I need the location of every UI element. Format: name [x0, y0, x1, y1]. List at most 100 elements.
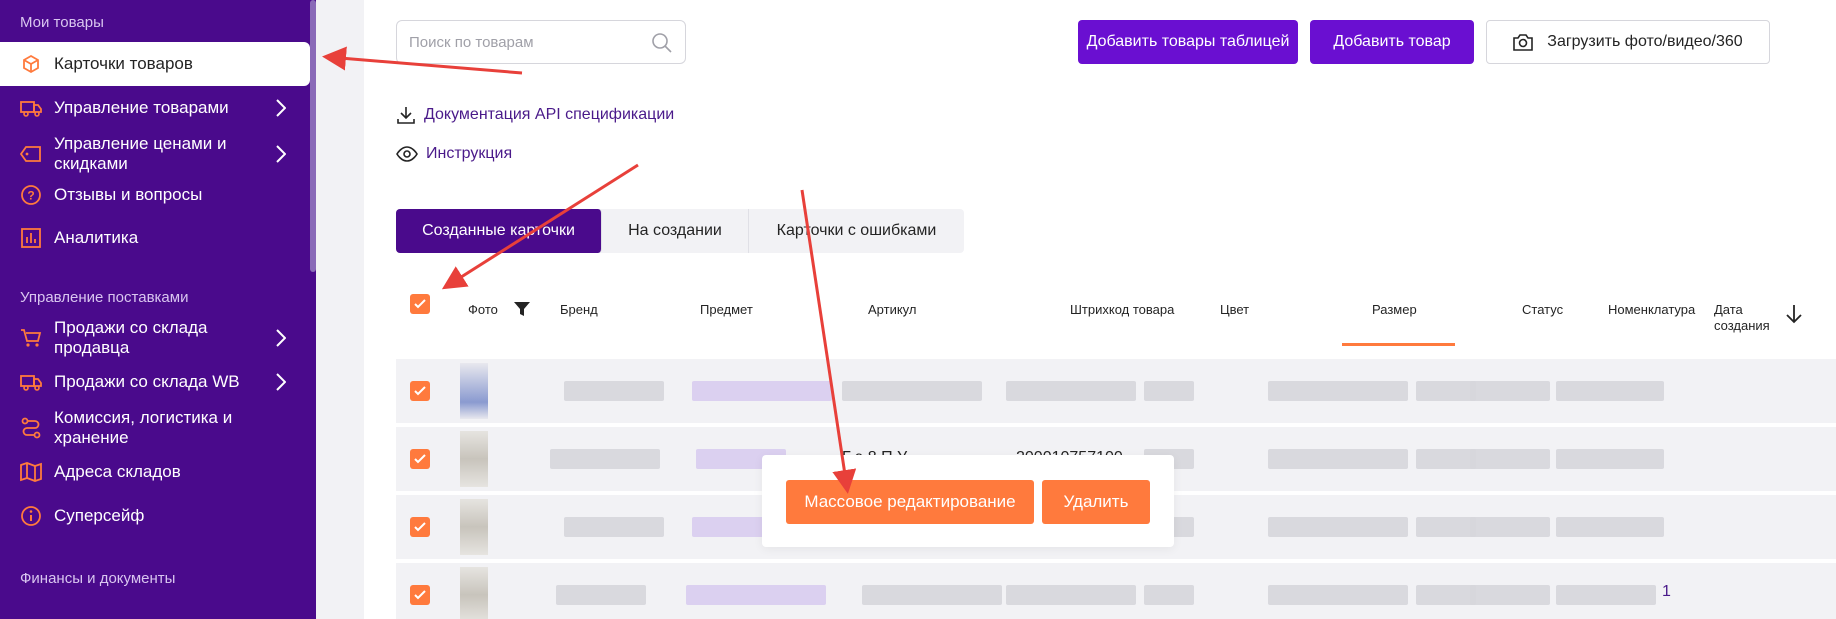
sidebar-item-label: Адреса складов — [54, 462, 181, 481]
status-cell — [1416, 381, 1476, 401]
sidebar-item-analytics[interactable]: Аналитика — [0, 224, 310, 252]
eye-icon — [396, 146, 418, 162]
date-cell — [1556, 381, 1664, 401]
filter-icon[interactable] — [514, 301, 530, 317]
table-header: Фото Бренд Предмет Артикул Штрихкод това… — [404, 280, 1836, 340]
section-title-supplies: Управление поставками — [20, 289, 189, 306]
route-icon — [20, 417, 42, 439]
select-all-checkbox[interactable] — [410, 294, 430, 314]
size-cell — [1268, 381, 1408, 401]
camera-icon — [1513, 34, 1534, 51]
instructions-label: Инструкция — [426, 145, 513, 162]
tabs: Созданные карточки На создании Карточки … — [396, 209, 964, 253]
delete-button[interactable]: Удалить — [1042, 480, 1150, 524]
status-cell — [1416, 585, 1476, 605]
section-title-products: Мои товары — [20, 14, 104, 31]
search-box — [396, 20, 686, 64]
add-product-button[interactable]: Добавить товар — [1310, 20, 1474, 64]
sidebar-item-label: Суперсейф — [54, 506, 145, 525]
tag-icon — [20, 143, 42, 165]
nomenclature-cell — [1470, 449, 1550, 469]
cart-icon — [20, 327, 42, 349]
bulk-edit-button[interactable]: Массовое редактирование — [786, 480, 1034, 524]
row-checkbox[interactable] — [410, 381, 430, 401]
table-row[interactable] — [396, 359, 1836, 423]
date-cell — [1556, 517, 1664, 537]
instructions-link[interactable]: Инструкция — [396, 145, 512, 163]
bulk-actions-popup: Массовое редактирование Удалить — [762, 455, 1174, 547]
subject-cell — [692, 381, 832, 401]
sidebar-item-reviews-questions[interactable]: ? Отзывы и вопросы — [0, 181, 310, 209]
sidebar-item-label: Управление ценами и скидками — [54, 134, 227, 173]
sidebar-item-seller-warehouse[interactable]: Продажи со склада продавца — [0, 318, 310, 357]
api-docs-label: Документация API спецификации — [424, 106, 675, 123]
question-icon: ? — [20, 184, 42, 206]
sidebar-item-label: Продажи со склада продавца — [54, 318, 208, 357]
search-input[interactable] — [409, 33, 649, 51]
sidebar-item-label: Карточки товаров — [54, 54, 193, 73]
article-cell — [842, 381, 982, 401]
sidebar-item-product-management[interactable]: Управление товарами — [0, 94, 310, 122]
add-products-table-button[interactable]: Добавить товары таблицей — [1078, 20, 1298, 64]
brand-cell — [564, 381, 664, 401]
sidebar-item-label: Комиссия, логистика и хранение — [54, 408, 233, 447]
row-checkbox[interactable] — [410, 585, 430, 605]
sidebar-item-wb-warehouse[interactable]: Продажи со склада WB — [0, 368, 310, 396]
chevron-right-icon — [276, 329, 286, 347]
map-icon — [20, 461, 42, 483]
row-checkbox[interactable] — [410, 517, 430, 537]
date-cell — [1556, 585, 1656, 605]
chevron-right-icon — [276, 145, 286, 163]
sidebar-item-product-cards[interactable]: Карточки товаров — [0, 42, 310, 86]
column-header-subject: Предмет — [700, 302, 753, 317]
column-header-status: Статус — [1522, 302, 1564, 317]
brand-cell — [556, 585, 646, 605]
sort-down-icon[interactable] — [1786, 304, 1802, 324]
column-header-size: Размер — [1372, 302, 1417, 317]
color-cell — [1144, 585, 1194, 605]
table-row[interactable]: 1 — [396, 563, 1836, 619]
sidebar-item-label: Продажи со склада WB — [54, 372, 240, 391]
tab-created-cards[interactable]: Созданные карточки — [396, 209, 602, 253]
size-cell — [1268, 517, 1408, 537]
nomenclature-cell — [1470, 585, 1550, 605]
sidebar-item-commission-logistics[interactable]: Комиссия, логистика и хранение — [0, 406, 310, 450]
column-header-color: Цвет — [1220, 302, 1250, 317]
api-docs-link[interactable]: Документация API спецификации — [396, 105, 674, 125]
search-icon[interactable] — [651, 32, 673, 54]
status-cell — [1416, 449, 1476, 469]
size-cell — [1268, 449, 1408, 469]
truck-icon — [20, 97, 42, 119]
column-header-brand: Бренд — [560, 302, 598, 317]
download-icon — [397, 107, 415, 124]
product-photo[interactable] — [460, 431, 488, 487]
column-header-nomenclature: Номенклатура — [1608, 302, 1696, 317]
tab-in-creation[interactable]: На создании — [602, 209, 749, 253]
product-photo[interactable] — [460, 567, 488, 619]
truck-icon — [20, 371, 42, 393]
chart-icon — [20, 227, 42, 249]
chevron-right-icon — [276, 99, 286, 117]
column-header-article: Артикул — [868, 302, 917, 317]
row-checkbox[interactable] — [410, 449, 430, 469]
section-title-finance: Финансы и документы — [20, 570, 176, 587]
tab-cards-with-errors[interactable]: Карточки с ошибками — [749, 209, 964, 253]
upload-media-button[interactable]: Загрузить фото/видео/360 — [1486, 20, 1770, 64]
column-header-created-date[interactable]: Дата создания — [1714, 302, 1774, 334]
sidebar-item-label: Отзывы и вопросы — [54, 185, 203, 204]
chevron-right-icon — [276, 373, 286, 391]
sidebar-item-warehouse-addresses[interactable]: Адреса складов — [0, 458, 310, 486]
sidebar-item-label: Аналитика — [54, 228, 139, 247]
sidebar-item-supersafe[interactable]: Суперсейф — [0, 502, 310, 530]
product-photo[interactable] — [460, 363, 488, 419]
status-cell — [1416, 517, 1476, 537]
nomenclature-cell — [1470, 381, 1550, 401]
brand-cell — [564, 517, 664, 537]
subject-cell — [686, 585, 826, 605]
svg-text:?: ? — [27, 189, 34, 203]
color-cell — [1144, 381, 1194, 401]
product-photo[interactable] — [460, 499, 488, 555]
barcode-cell — [1006, 585, 1136, 605]
article-cell — [862, 585, 1002, 605]
sidebar-item-prices-discounts[interactable]: Управление ценами и скидками — [0, 132, 310, 176]
